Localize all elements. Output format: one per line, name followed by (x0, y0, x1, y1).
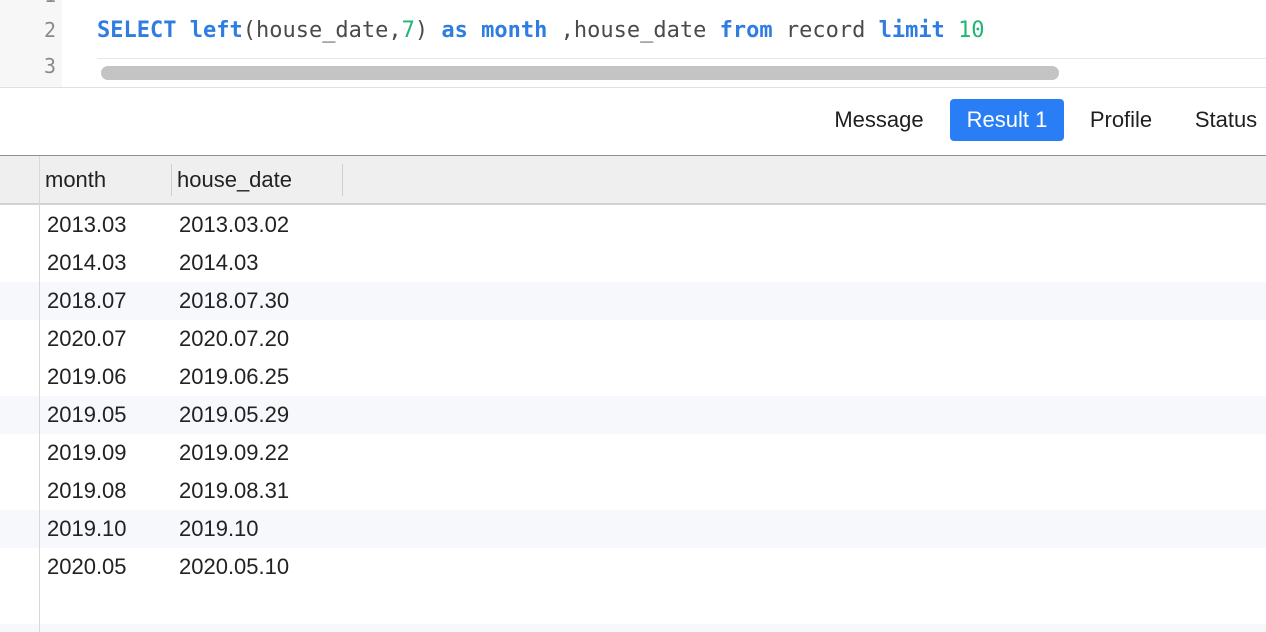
tab-result-1[interactable]: Result 1 (950, 99, 1064, 141)
row-indicator-divider (39, 156, 40, 632)
cell-month[interactable]: 2019.06 (47, 358, 127, 396)
tab-status[interactable]: Status (1180, 99, 1266, 141)
line-number: 2 (43, 18, 56, 42)
table-row[interactable]: 2019.05 2019.05.29 (0, 396, 1266, 434)
table-row[interactable]: 2019.09 2019.09.22 (0, 434, 1266, 472)
cell-month[interactable]: 2020.05 (47, 548, 127, 586)
cell-month[interactable]: 2018.07 (47, 282, 127, 320)
column-separator[interactable] (171, 164, 172, 196)
table-row[interactable]: 2019.10 2019.10 (0, 510, 1266, 548)
line-number-gutter: 1 2 3 (0, 0, 62, 88)
table-row[interactable]: 2018.07 2018.07.30 (0, 282, 1266, 320)
cell-month[interactable]: 2020.07 (47, 320, 127, 358)
line-number: 1 (0, 0, 56, 8)
cell-house-date[interactable]: 2019.10 (179, 510, 259, 548)
tab-profile[interactable]: Profile (1074, 99, 1168, 141)
table-row[interactable]: 2014.03 2014.03 (0, 244, 1266, 282)
table-row[interactable]: 2019.06 2019.06.25 (0, 358, 1266, 396)
result-grid-body: 2013.03 2013.03.02 2014.03 2014.03 2018.… (0, 205, 1266, 632)
table-row[interactable]: 2019.08 2019.08.31 (0, 472, 1266, 510)
sql-column: ,house_date (547, 18, 707, 43)
cell-month[interactable]: 2019.08 (47, 472, 127, 510)
cell-month[interactable]: 2019.10 (47, 510, 127, 548)
tab-message[interactable]: Message (820, 99, 938, 141)
sql-keyword-select: SELECT (97, 18, 177, 43)
cell-month[interactable]: 2019.09 (47, 434, 127, 472)
sql-close-paren: ) (414, 18, 429, 43)
result-grid-header: month house_date (0, 156, 1266, 203)
cell-house-date[interactable]: 2013.03.02 (179, 206, 289, 244)
column-separator[interactable] (342, 164, 343, 196)
cell-month[interactable]: 2013.03 (47, 206, 127, 244)
sql-alias: month (481, 18, 548, 43)
line-number: 3 (43, 54, 56, 78)
scrollbar-thumb[interactable] (101, 66, 1059, 80)
table-row[interactable]: 2013.03 2013.03.02 (0, 206, 1266, 244)
cell-house-date[interactable]: 2019.09.22 (179, 434, 289, 472)
sql-args: (house_date, (242, 18, 402, 43)
cell-month[interactable]: 2019.05 (47, 396, 127, 434)
cell-house-date[interactable]: 2019.06.25 (179, 358, 289, 396)
cell-house-date[interactable]: 2020.05.10 (179, 548, 289, 586)
table-row[interactable]: 2020.07 2020.07.20 (0, 320, 1266, 358)
sql-limit-number: 10 (958, 18, 985, 43)
cell-house-date[interactable]: 2020.07.20 (179, 320, 289, 358)
table-row-empty (0, 624, 1266, 632)
cell-house-date[interactable]: 2014.03 (179, 244, 259, 282)
sql-function-left: left (189, 18, 243, 43)
cell-house-date[interactable]: 2019.08.31 (179, 472, 289, 510)
editor-divider (97, 58, 1266, 59)
sql-number: 7 (401, 18, 415, 43)
horizontal-scrollbar[interactable] (97, 62, 1266, 84)
column-header-month[interactable]: month (45, 156, 106, 203)
cell-house-date[interactable]: 2018.07.30 (179, 282, 289, 320)
table-row[interactable]: 2020.05 2020.05.10 (0, 548, 1266, 586)
cell-month[interactable]: 2014.03 (47, 244, 127, 282)
column-header-house-date[interactable]: house_date (177, 156, 292, 203)
sql-editor[interactable]: 1 2 3 SELECT left(house_date,7) as month… (0, 0, 1266, 88)
sql-table: record (785, 18, 866, 43)
sql-keyword-from: from (719, 18, 773, 43)
result-tab-bar: Message Result 1 Profile Status (0, 88, 1266, 156)
sql-keyword-limit: limit (878, 18, 945, 43)
sql-keyword-as: as (441, 18, 468, 43)
cell-house-date[interactable]: 2019.05.29 (179, 396, 289, 434)
sql-code-line[interactable]: SELECT left(house_date,7) as month ,hous… (97, 17, 985, 45)
